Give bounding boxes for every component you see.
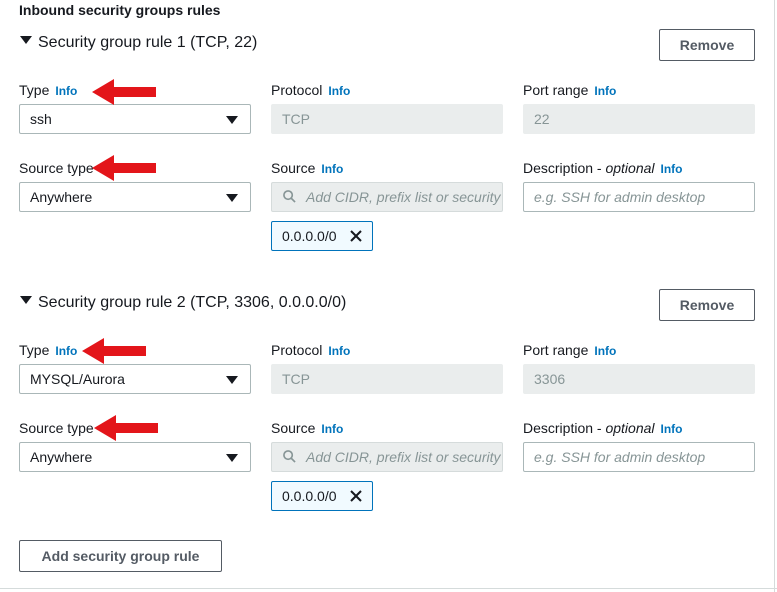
- rule-title: Security group rule 1 (TCP, 22): [38, 34, 258, 51]
- source-label: Source Info: [271, 420, 344, 436]
- collapse-caret-icon[interactable]: [20, 296, 32, 304]
- section-title: Inbound security groups rules: [19, 2, 221, 18]
- port-range-info-link[interactable]: Info: [594, 84, 616, 98]
- protocol-info-link[interactable]: Info: [328, 84, 350, 98]
- type-select-value: ssh: [30, 111, 52, 127]
- source-type-label: Source type: [19, 420, 94, 436]
- security-group-rule-2: Security group rule 2 (TCP, 3306, 0.0.0.…: [0, 289, 777, 552]
- source-type-value: Anywhere: [30, 189, 93, 205]
- panel-bottom-border: [0, 588, 777, 589]
- description-info-link[interactable]: Info: [661, 422, 683, 436]
- description-placeholder: e.g. SSH for admin desktop: [534, 449, 706, 465]
- source-type-value: Anywhere: [30, 449, 93, 465]
- source-info-link[interactable]: Info: [321, 162, 343, 176]
- protocol-label: Protocol Info: [271, 342, 351, 358]
- type-select-value: MYSQL/Aurora: [30, 371, 125, 387]
- caret-down-icon: [226, 376, 238, 384]
- protocol-field: TCP: [271, 104, 503, 134]
- description-placeholder: e.g. SSH for admin desktop: [534, 189, 706, 205]
- source-placeholder: Add CIDR, prefix list or security group: [306, 449, 502, 465]
- source-search-input[interactable]: Add CIDR, prefix list or security group: [271, 182, 503, 212]
- caret-down-icon: [226, 194, 238, 202]
- caret-down-icon: [226, 454, 238, 462]
- port-range-field: 22: [523, 104, 755, 134]
- description-label: Description - optional Info: [523, 420, 683, 436]
- type-info-link[interactable]: Info: [55, 84, 77, 98]
- source-token-value: 0.0.0.0/0: [282, 488, 337, 504]
- red-arrow-annotation: [92, 79, 156, 105]
- type-select[interactable]: MYSQL/Aurora: [19, 364, 251, 394]
- source-token-value: 0.0.0.0/0: [282, 228, 337, 244]
- source-label: Source Info: [271, 160, 344, 176]
- type-select[interactable]: ssh: [19, 104, 251, 134]
- source-token: 0.0.0.0/0: [271, 481, 373, 511]
- red-arrow-annotation: [82, 338, 146, 364]
- caret-down-icon: [226, 116, 238, 124]
- protocol-field: TCP: [271, 364, 503, 394]
- remove-button[interactable]: Remove: [659, 289, 755, 321]
- close-icon[interactable]: [348, 228, 364, 244]
- description-label: Description - optional Info: [523, 160, 683, 176]
- protocol-info-link[interactable]: Info: [328, 344, 350, 358]
- port-range-info-link[interactable]: Info: [594, 344, 616, 358]
- source-placeholder: Add CIDR, prefix list or security group: [306, 189, 502, 205]
- source-type-select[interactable]: Anywhere: [19, 442, 251, 472]
- close-icon[interactable]: [348, 488, 364, 504]
- type-info-link[interactable]: Info: [55, 344, 77, 358]
- remove-button[interactable]: Remove: [659, 29, 755, 61]
- red-arrow-annotation: [94, 415, 158, 441]
- red-arrow-annotation: [92, 155, 156, 181]
- add-security-group-rule-button[interactable]: Add security group rule: [19, 540, 222, 572]
- port-range-label: Port range Info: [523, 82, 617, 98]
- search-icon: [283, 190, 296, 203]
- port-range-field: 3306: [523, 364, 755, 394]
- protocol-label: Protocol Info: [271, 82, 351, 98]
- collapse-caret-icon[interactable]: [20, 36, 32, 44]
- rule-title: Security group rule 2 (TCP, 3306, 0.0.0.…: [38, 294, 347, 311]
- type-label: Type Info: [19, 82, 78, 98]
- search-icon: [283, 450, 296, 463]
- description-info-link[interactable]: Info: [661, 162, 683, 176]
- security-group-rule-1: Security group rule 1 (TCP, 22) Remove T…: [0, 29, 777, 292]
- type-label: Type Info: [19, 342, 78, 358]
- description-input[interactable]: e.g. SSH for admin desktop: [523, 182, 755, 212]
- panel-right-border: [774, 0, 775, 592]
- description-input[interactable]: e.g. SSH for admin desktop: [523, 442, 755, 472]
- source-search-input[interactable]: Add CIDR, prefix list or security group: [271, 442, 503, 472]
- port-range-label: Port range Info: [523, 342, 617, 358]
- source-info-link[interactable]: Info: [321, 422, 343, 436]
- source-type-label: Source type: [19, 160, 94, 176]
- source-type-select[interactable]: Anywhere: [19, 182, 251, 212]
- source-token: 0.0.0.0/0: [271, 221, 373, 251]
